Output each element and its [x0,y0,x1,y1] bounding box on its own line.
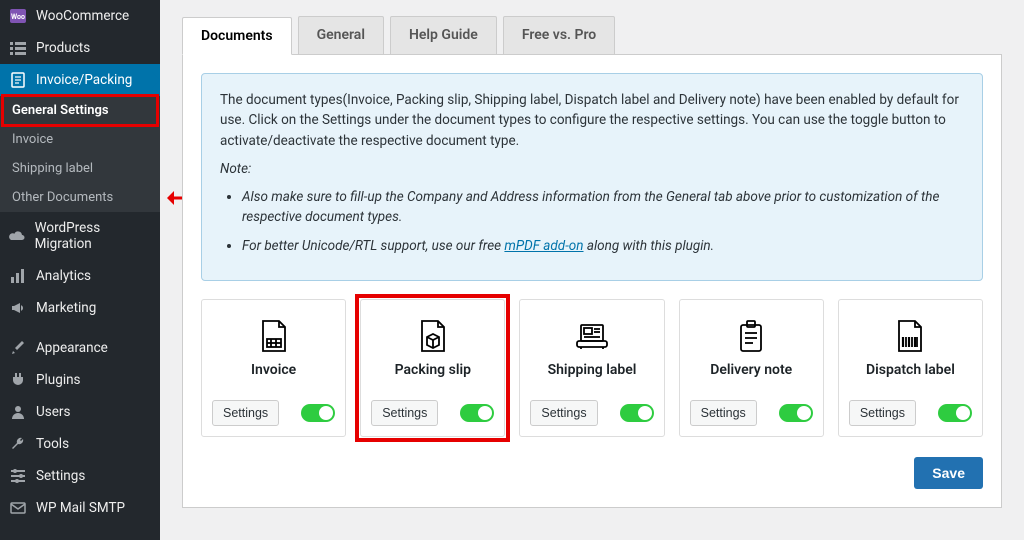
plugin-icon [8,372,28,388]
info-notice: The document types(Invoice, Packing slip… [201,73,983,281]
sidebar-item-label: Tools [36,436,69,452]
sidebar-item-users[interactable]: Users [0,396,160,428]
toggle-shipping-label[interactable] [620,404,654,422]
card-dispatch-label: Dispatch label Settings [838,299,983,437]
list-icon [8,40,28,56]
woo-icon: Woo [8,9,28,23]
tab-documents[interactable]: Documents [182,17,292,55]
doc-delivery-note-icon [736,316,766,356]
sidebar-item-settings[interactable]: Settings [0,460,160,492]
tab-label: Help Guide [409,27,478,43]
sidebar-item-label: Invoice/Packing [36,72,132,88]
tab-free-vs-pro[interactable]: Free vs. Pro [503,16,615,54]
sidebar-item-appearance[interactable]: Appearance [0,332,160,364]
sidebar-sub-invoice[interactable]: Invoice [0,125,160,154]
card-invoice: Invoice Settings [201,299,346,437]
card-delivery-note: Delivery note Settings [679,299,824,437]
card-title: Packing slip [395,362,471,378]
sidebar-item-label: Appearance [36,340,108,356]
sidebar-item-label: Analytics [36,268,91,284]
sidebar-item-marketing[interactable]: Marketing [0,292,160,324]
sidebar-item-analytics[interactable]: Analytics [0,260,160,292]
bar-chart-icon [8,268,28,284]
sidebar-sub-shipping-label[interactable]: Shipping label [0,154,160,183]
sidebar-item-invoice-packing[interactable]: Invoice/Packing [0,64,160,96]
sidebar-sub-label: Invoice [12,132,53,147]
mpdf-addon-link[interactable]: mPDF add-on [504,238,583,254]
card-title: Shipping label [548,362,637,378]
svg-text:Woo: Woo [11,13,25,21]
cloud-icon [8,229,27,243]
sidebar-item-plugins[interactable]: Plugins [0,364,160,396]
card-packing-slip: Packing slip Settings [360,299,505,437]
main-content: Documents General Help Guide Free vs. Pr… [160,0,1024,540]
settings-button-delivery-note[interactable]: Settings [690,400,757,426]
notice-bullet-1: Also make sure to fill-up the Company an… [242,189,939,225]
admin-sidebar: Woo WooCommerce Products Invoice/Packing… [0,0,160,540]
doc-dispatch-label-icon [895,316,925,356]
settings-button-dispatch-label[interactable]: Settings [849,400,916,426]
sidebar-sub-general-settings[interactable]: General Settings [0,96,160,125]
doc-shipping-label-icon [575,316,609,356]
invoice-icon [8,72,28,88]
card-title: Invoice [251,362,296,378]
settings-button-shipping-label[interactable]: Settings [530,400,597,426]
tab-label: General [317,27,365,43]
sidebar-item-tools[interactable]: Tools [0,428,160,460]
tab-label: Documents [201,28,273,44]
sidebar-sub-other-documents[interactable]: Other Documents [0,183,160,212]
settings-button-invoice[interactable]: Settings [212,400,279,426]
toggle-delivery-note[interactable] [779,404,813,422]
sidebar-item-wordpress-migration[interactable]: WordPress Migration [0,212,160,260]
notice-list: Also make sure to fill-up the Company an… [220,187,964,256]
save-button[interactable]: Save [914,457,983,489]
notice-note-label: Note: [220,161,251,177]
sidebar-sub-label: Other Documents [12,190,113,205]
card-title: Delivery note [710,362,792,378]
settings-tabs: Documents General Help Guide Free vs. Pr… [182,16,1002,55]
tab-general[interactable]: General [298,16,384,54]
notice-text: The document types(Invoice, Packing slip… [220,90,964,151]
mail-icon [8,500,28,516]
sidebar-item-label: Marketing [36,300,96,316]
save-row: Save [201,457,983,489]
sidebar-sub-label: Shipping label [12,161,93,176]
megaphone-icon [8,300,28,316]
brush-icon [8,340,28,356]
notice-bullet-2-post: along with this plugin. [584,238,715,254]
settings-button-packing-slip[interactable]: Settings [371,400,438,426]
tab-label: Free vs. Pro [522,27,596,43]
card-title: Dispatch label [866,362,955,378]
sidebar-item-label: Products [36,40,90,56]
wrench-icon [8,436,28,452]
sidebar-item-woocommerce[interactable]: Woo WooCommerce [0,0,160,32]
user-icon [8,404,28,420]
sidebar-item-label: WP Mail SMTP [36,500,125,516]
sidebar-submenu: General Settings Invoice Shipping label … [0,96,160,212]
tab-help-guide[interactable]: Help Guide [390,16,497,54]
sidebar-item-label: Plugins [36,372,81,388]
sidebar-item-label: Users [36,404,70,420]
sidebar-item-products[interactable]: Products [0,32,160,64]
toggle-dispatch-label[interactable] [938,404,972,422]
sidebar-sub-label: General Settings [12,103,109,118]
doc-invoice-icon [259,316,289,356]
sliders-icon [8,468,28,484]
documents-panel: The document types(Invoice, Packing slip… [182,55,1002,508]
sidebar-item-wp-mail-smtp[interactable]: WP Mail SMTP [0,492,160,524]
sidebar-item-label: Settings [36,468,85,484]
doc-packing-slip-icon [418,316,448,356]
card-shipping-label: Shipping label Settings [519,299,664,437]
sidebar-item-label: WooCommerce [36,8,129,24]
toggle-packing-slip[interactable] [460,404,494,422]
notice-bullet-2-pre: For better Unicode/RTL support, use our … [242,238,504,254]
document-type-cards: Invoice Settings Packing slip Settings [201,299,983,437]
sidebar-item-label: WordPress Migration [35,220,152,252]
toggle-invoice[interactable] [301,404,335,422]
